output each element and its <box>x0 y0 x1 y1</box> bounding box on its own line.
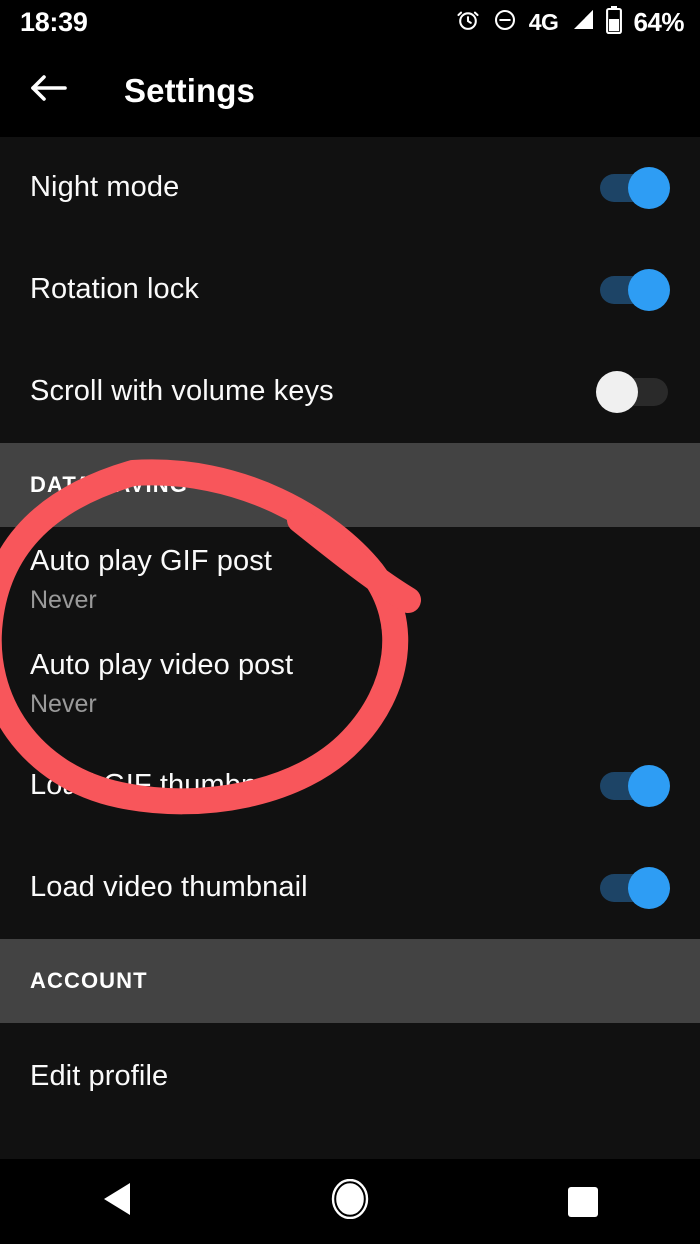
setting-row-rotation-lock[interactable]: Rotation lock <box>0 239 700 341</box>
back-arrow-icon <box>26 69 70 112</box>
status-bar: 18:39 4G 64% <box>0 0 700 44</box>
setting-row-edit-profile[interactable]: Edit profile <box>0 1023 700 1131</box>
setting-label: Edit profile <box>30 1060 169 1093</box>
row-labels: Night mode <box>30 171 596 204</box>
setting-label: Rotation lock <box>30 273 199 306</box>
setting-row-auto-play-gif-post[interactable]: Auto play GIF post Never <box>0 527 700 631</box>
row-labels: Load GIF thumbnail <box>30 769 596 802</box>
setting-label: Auto play video post <box>30 649 294 681</box>
setting-label: Scroll with volume keys <box>30 375 334 408</box>
setting-label: Auto play GIF post <box>30 545 272 577</box>
section-header-data-saving: DATA SAVING <box>0 443 700 527</box>
row-labels: Auto play video post Never <box>30 649 670 719</box>
row-labels: Scroll with volume keys <box>30 375 596 408</box>
toggle-thumb <box>596 371 638 413</box>
toggle-load-video-thumbnail[interactable] <box>596 867 670 909</box>
setting-label: Night mode <box>30 171 180 204</box>
toggle-rotation-lock[interactable] <box>596 269 670 311</box>
setting-value: Never <box>30 690 97 719</box>
page-title: Settings <box>124 71 255 109</box>
status-icons: 4G 64% <box>455 5 684 39</box>
section-header-label: ACCOUNT <box>30 968 148 993</box>
nav-back-icon <box>100 1181 134 1222</box>
settings-list[interactable]: Night mode Rotation lock Scroll with vol… <box>0 137 700 1159</box>
setting-value: Never <box>30 586 97 615</box>
nav-recents-button[interactable] <box>467 1159 700 1244</box>
toggle-thumb <box>628 269 670 311</box>
toggle-night-mode[interactable] <box>596 167 670 209</box>
setting-row-auto-play-video-post[interactable]: Auto play video post Never <box>0 631 700 735</box>
nav-back-button[interactable] <box>0 1159 233 1244</box>
setting-label: Load GIF thumbnail <box>30 769 287 802</box>
back-button[interactable] <box>0 44 96 137</box>
toggle-load-gif-thumbnail[interactable] <box>596 765 670 807</box>
section-header-label: DATA SAVING <box>30 472 188 497</box>
nav-recents-icon <box>568 1186 599 1217</box>
android-nav-bar <box>0 1159 700 1244</box>
alarm-icon <box>455 7 481 38</box>
do-not-disturb-icon <box>492 7 518 38</box>
nav-home-button[interactable] <box>233 1159 466 1244</box>
app-toolbar: Settings <box>0 44 700 137</box>
row-labels: Rotation lock <box>30 273 596 306</box>
toggle-thumb <box>628 765 670 807</box>
toggle-thumb <box>628 867 670 909</box>
status-clock: 18:39 <box>20 6 88 37</box>
setting-row-night-mode[interactable]: Night mode <box>0 137 700 239</box>
section-header-account: ACCOUNT <box>0 939 700 1023</box>
row-labels: Load video thumbnail <box>30 871 596 904</box>
setting-label: Load video thumbnail <box>30 871 308 904</box>
setting-row-scroll-with-volume-keys[interactable]: Scroll with volume keys <box>0 341 700 443</box>
setting-row-load-gif-thumbnail[interactable]: Load GIF thumbnail <box>0 735 700 837</box>
nav-home-icon <box>331 1178 369 1224</box>
phone-screen: 18:39 4G 64% Settings Night mode Rotatio… <box>0 0 700 1244</box>
network-type-label: 4G <box>528 8 559 35</box>
setting-row-load-video-thumbnail[interactable]: Load video thumbnail <box>0 837 700 939</box>
toggle-scroll-with-volume-keys[interactable] <box>596 371 670 413</box>
signal-icon <box>569 8 595 37</box>
battery-percent-label: 64% <box>633 7 684 37</box>
battery-icon <box>606 5 623 39</box>
toggle-thumb <box>628 167 670 209</box>
row-labels: Edit profile <box>30 1060 670 1093</box>
row-labels: Auto play GIF post Never <box>30 545 670 615</box>
